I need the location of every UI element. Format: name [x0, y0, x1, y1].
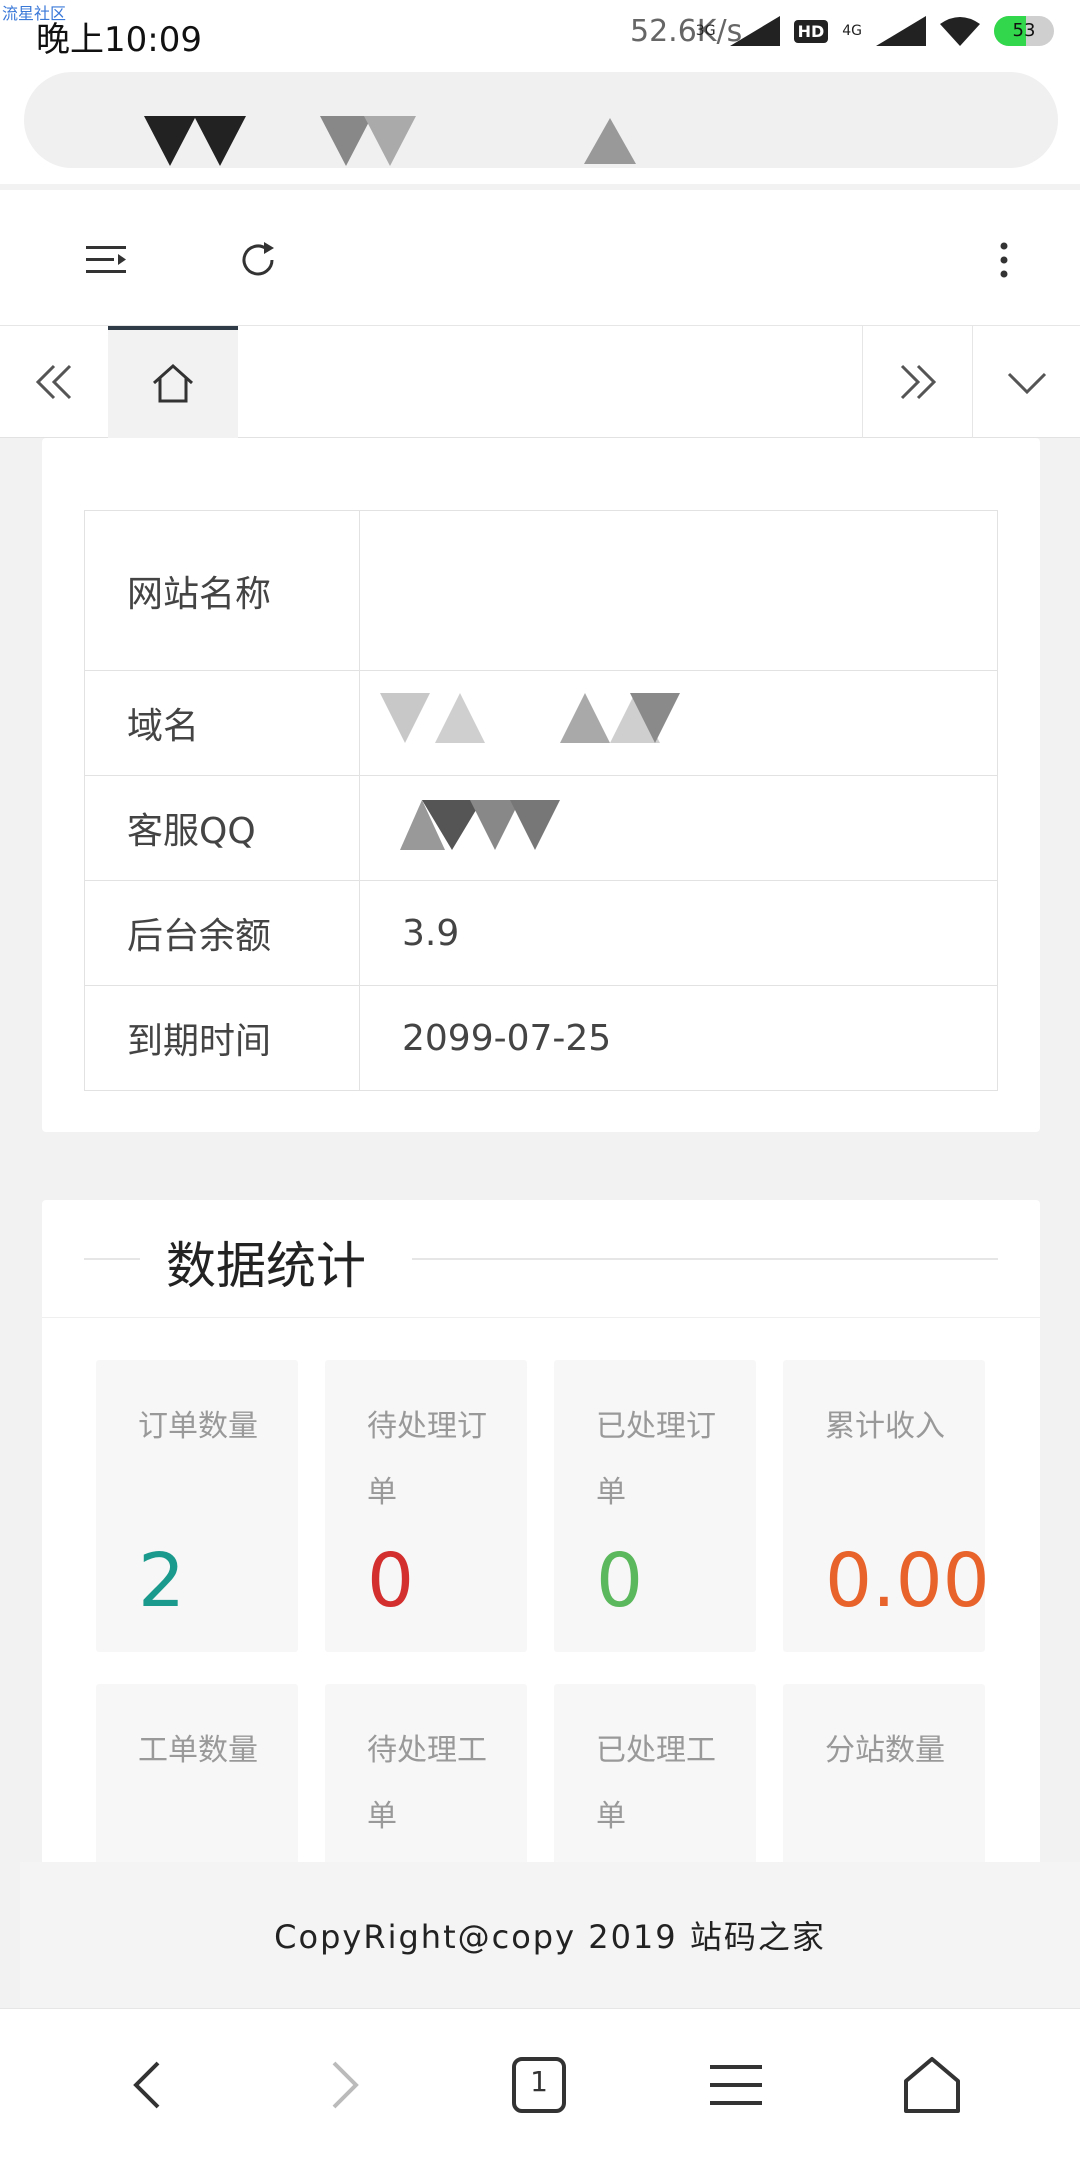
- balance-label: 后台余额: [84, 880, 360, 986]
- stat-label: 待处理订单: [367, 1409, 487, 1510]
- chevron-down-icon: [1007, 372, 1046, 395]
- redacted-mark: [584, 118, 636, 164]
- qq-value: [359, 775, 998, 881]
- qq-label: 客服QQ: [84, 775, 360, 881]
- site-name-label: 网站名称: [84, 510, 360, 671]
- stat-card-pending-orders: 待处理订单 0: [325, 1360, 527, 1652]
- expiry-label: 到期时间: [84, 985, 360, 1091]
- stat-value: 0: [596, 1538, 644, 1624]
- battery-percent: 53: [1012, 20, 1036, 41]
- stat-label: 累计收入: [825, 1409, 945, 1444]
- table-row: 后台余额 3.9: [84, 880, 998, 986]
- header-divider: [412, 1258, 998, 1260]
- domain-value: [359, 670, 998, 776]
- stat-card-income: 累计收入 0.00: [783, 1360, 990, 1652]
- stat-label: 待处理工单: [367, 1733, 487, 1834]
- hd-badge: HD: [793, 19, 829, 43]
- forward-icon[interactable]: [310, 2053, 374, 2117]
- double-chevron-right-icon: [900, 364, 936, 400]
- signal-icon: [876, 16, 926, 46]
- table-row: 域名: [84, 670, 998, 776]
- refresh-icon[interactable]: [236, 238, 280, 282]
- table-row: 到期时间 2099-07-25: [84, 985, 998, 1091]
- stat-label: 已处理订单: [596, 1409, 716, 1510]
- stat-value: 2: [138, 1538, 186, 1624]
- balance-value: 3.9: [359, 880, 998, 986]
- menu-icon[interactable]: [84, 238, 128, 282]
- more-vertical-icon[interactable]: [982, 238, 1026, 282]
- stat-card-substations: 分站数量: [783, 1684, 985, 1884]
- tab-options-button[interactable]: [972, 326, 1080, 438]
- network-type-3g: 3G: [695, 23, 716, 39]
- browser-bottom-nav: 1: [0, 2008, 1080, 2160]
- redacted-domain: [380, 693, 680, 743]
- domain-label: 域名: [84, 670, 360, 776]
- header-divider: [84, 1258, 140, 1260]
- stat-label: 工单数量: [138, 1733, 258, 1768]
- table-row: 客服QQ: [84, 775, 998, 881]
- battery-indicator: 53: [994, 16, 1054, 46]
- signal-icon: [729, 16, 780, 46]
- tab-navigation: [0, 326, 1080, 438]
- scroll-right-button[interactable]: [862, 326, 972, 438]
- home-icon[interactable]: [900, 2053, 964, 2117]
- site-info-card: 网站名称 域名 客服QQ 后台余额 3.9 到期时间 2099-07-25: [42, 438, 1040, 1132]
- stat-value: 0.00: [825, 1538, 990, 1624]
- home-icon: [152, 363, 194, 403]
- status-icons: 3G HD 4G 53: [696, 16, 1054, 46]
- address-bar[interactable]: [24, 72, 1058, 168]
- stats-header: 数据统计: [42, 1200, 1040, 1318]
- stat-card-processed-tickets: 已处理工单: [554, 1684, 756, 1884]
- expiry-value: 2099-07-25: [359, 985, 998, 1091]
- tab-count: 1: [530, 2065, 548, 2098]
- site-info-table: 网站名称 域名 客服QQ 后台余额 3.9 到期时间 2099-07-25: [84, 510, 998, 1091]
- stats-title: 数据统计: [166, 1237, 366, 1295]
- redacted-qq: [400, 800, 560, 850]
- network-type-4g: 4G: [842, 23, 862, 39]
- site-name-value: [359, 510, 998, 671]
- redacted-mark: [364, 116, 416, 166]
- tab-home[interactable]: [108, 326, 238, 438]
- clock: 晚上10:09: [36, 20, 202, 60]
- tabs-button[interactable]: 1: [508, 2053, 572, 2117]
- scroll-left-button[interactable]: [0, 326, 108, 438]
- menu-icon[interactable]: [704, 2053, 768, 2117]
- redacted-mark: [194, 116, 246, 166]
- stat-label: 已处理工单: [596, 1733, 716, 1834]
- stat-card-processed-orders: 已处理订单 0: [554, 1360, 756, 1652]
- stat-label: 分站数量: [825, 1733, 945, 1768]
- copyright-footer: CopyRight@copy 2019 站码之家: [20, 1862, 1080, 2008]
- redacted-mark: [144, 116, 196, 166]
- address-bar-area: [0, 64, 1080, 184]
- stat-card-orders: 订单数量 2: [96, 1360, 298, 1652]
- back-icon[interactable]: [118, 2053, 182, 2117]
- stat-card-tickets: 工单数量: [96, 1684, 298, 1884]
- stat-card-pending-tickets: 待处理工单: [325, 1684, 527, 1884]
- wifi-icon: [940, 17, 980, 46]
- app-toolbar: [0, 190, 1080, 326]
- status-bar: 流星社区 晚上10:09 52.6K/s 3G HD 4G 53: [0, 0, 1080, 64]
- stat-value: 0: [367, 1538, 415, 1624]
- double-chevron-left-icon: [35, 364, 72, 400]
- stat-label: 订单数量: [138, 1409, 258, 1444]
- table-row: 网站名称: [84, 510, 998, 671]
